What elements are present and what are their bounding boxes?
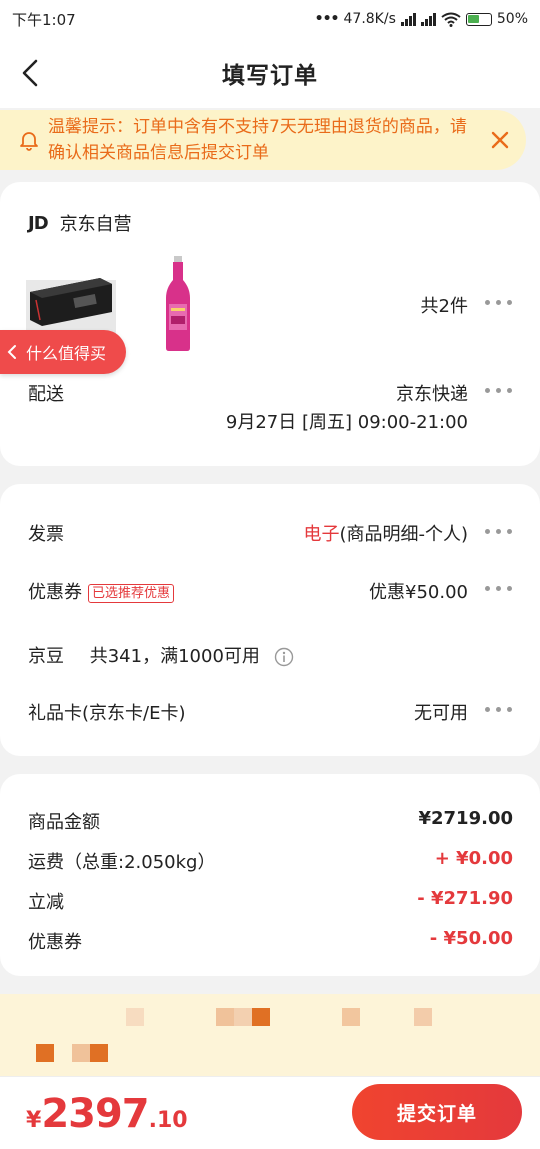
signal-icon — [400, 12, 416, 26]
pixel-block — [342, 1008, 360, 1026]
product-image-bottle[interactable] — [160, 256, 196, 352]
goods-amount-value: ¥2719.00 — [418, 808, 513, 829]
coupon-summary-label: 优惠券 — [28, 932, 82, 953]
shipping-value: + ¥0.00 — [434, 848, 513, 869]
pixel-block — [90, 1044, 108, 1062]
shipping-label: 运费（总重:2.050kg） — [28, 852, 216, 873]
pixel-block — [252, 1008, 270, 1026]
signal-icon-2 — [420, 12, 436, 26]
jd-logo: JD — [28, 212, 49, 234]
pixel-block — [414, 1008, 432, 1026]
price-decimal: .10 — [148, 1108, 188, 1133]
goods-amount-label: 商品金额 — [28, 812, 100, 833]
pixel-block — [126, 1008, 144, 1026]
notice-text: 温馨提示：订单中含有不支持7天无理由退货的商品，请确认相关商品信息后提交订单 — [48, 117, 467, 163]
invoice-type: 电子 — [303, 524, 340, 545]
giftcard-more-dots-icon[interactable] — [485, 706, 513, 714]
item-count: 共2件 — [420, 296, 468, 317]
delivery-time[interactable]: 9月27日 [周五] 09:00-21:00 — [226, 408, 468, 434]
smzdm-floating-tab[interactable]: 什么值得买 — [0, 330, 126, 374]
delivery-method[interactable]: 京东快递 — [396, 380, 468, 406]
promo-banner — [0, 994, 540, 1076]
coupon-tag: 已选推荐优惠 — [88, 583, 175, 603]
floating-tab-label: 什么值得买 — [26, 344, 107, 363]
invoice-label: 发票 — [28, 524, 64, 545]
wifi-icon — [441, 12, 461, 27]
chevron-left-icon — [7, 345, 16, 359]
nav-bar: 填写订单 — [0, 38, 540, 108]
coupon-value[interactable]: 优惠¥50.00 — [369, 578, 468, 604]
more-dots-icon[interactable] — [485, 299, 513, 307]
coupon-more-dots-icon[interactable] — [485, 585, 513, 593]
more-icon: ••• — [314, 11, 340, 27]
store-name: 京东自营 — [59, 214, 132, 235]
total-price: ¥ 2397 .10 — [26, 1091, 188, 1137]
jingdou-row: 京豆 共341，满1000可用 — [28, 642, 294, 668]
checkout-bar: ¥ 2397 .10 提交订单 — [0, 1076, 540, 1149]
delivery-more-dots-icon[interactable] — [485, 387, 513, 395]
discount-label: 立减 — [28, 892, 64, 913]
discount-value: - ¥271.90 — [417, 888, 513, 909]
status-bar: 下午1:07 ••• 47.8K/s 50% — [0, 0, 540, 38]
coupon-summary-value: - ¥50.00 — [429, 928, 513, 949]
coupon-label: 优惠券 — [28, 582, 82, 603]
status-indicators: ••• 47.8K/s 50% — [315, 11, 528, 27]
close-icon[interactable] — [486, 126, 514, 154]
submit-order-button[interactable]: 提交订单 — [352, 1084, 522, 1140]
bell-icon — [20, 132, 38, 151]
product-image-graphics-card[interactable] — [26, 270, 116, 334]
invoice-detail: (商品明细-个人) — [339, 524, 468, 545]
pixel-block — [234, 1008, 252, 1026]
battery-icon — [465, 12, 492, 26]
back-arrow-icon[interactable] — [18, 58, 44, 88]
price-summary-card: 商品金额 ¥2719.00 运费（总重:2.050kg） + ¥0.00 立减 … — [0, 774, 540, 976]
notice-banner: 温馨提示：订单中含有不支持7天无理由退货的商品，请确认相关商品信息后提交订单 — [0, 110, 526, 170]
page-title: 填写订单 — [222, 63, 318, 89]
coupon-label-row: 优惠券 已选推荐优惠 — [28, 578, 175, 604]
currency-symbol: ¥ — [26, 1108, 42, 1133]
invoice-more-dots-icon[interactable] — [485, 528, 513, 536]
pixel-block — [216, 1008, 234, 1026]
price-integer: 2397 — [41, 1091, 149, 1137]
jingdou-label: 京豆 — [28, 646, 64, 667]
order-items-card: JD 京东自营 共2件 配送 京东快递 9月27日 [周五] 09:00-21:… — [0, 182, 540, 466]
jingdou-value: 共341，满1000可用 — [89, 646, 260, 667]
invoice-value[interactable]: 电子(商品明细-个人) — [303, 520, 468, 546]
battery-percent: 50% — [496, 11, 528, 27]
giftcard-label: 礼品卡(京东卡/E卡) — [28, 703, 186, 724]
pixel-block — [72, 1044, 90, 1062]
order-options-card: 发票 电子(商品明细-个人) 优惠券 已选推荐优惠 优惠¥50.00 京豆 共34… — [0, 484, 540, 756]
pixel-block — [36, 1044, 54, 1062]
delivery-label: 配送 — [28, 384, 64, 405]
store-header: JD 京东自营 — [28, 210, 132, 236]
status-time: 下午1:07 — [12, 10, 76, 29]
network-speed: 47.8K/s — [343, 11, 396, 27]
giftcard-value[interactable]: 无可用 — [414, 699, 468, 725]
info-icon[interactable] — [274, 647, 294, 667]
